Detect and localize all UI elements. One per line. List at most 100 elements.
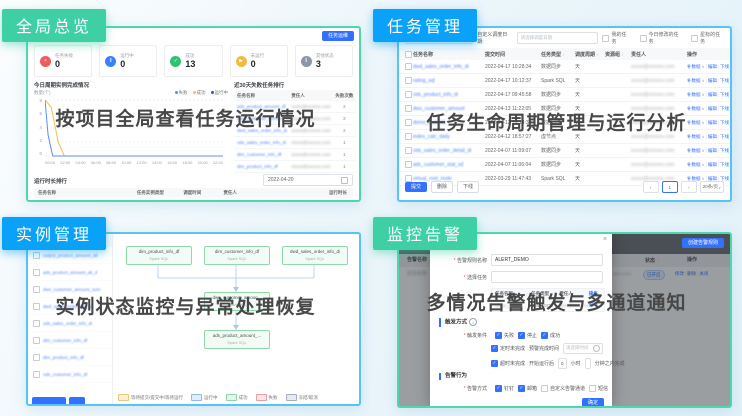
task-name-link[interactable]: dwd_sales_order_info_di (413, 64, 485, 70)
row-actions[interactable]: 补数据 ∨|编辑|下线 (687, 64, 730, 70)
ops-center-button[interactable]: 任务运维 (322, 31, 354, 41)
table-row[interactable]: ods_product_info_di 2022-04-17 09:45:58 … (399, 88, 730, 102)
page-size-select[interactable]: 20条/页 ∨ (700, 181, 724, 193)
date-picker[interactable]: 2022-04-20 (263, 174, 353, 186)
list-action-button[interactable] (32, 397, 66, 406)
prev-page-button[interactable]: ‹ (643, 181, 659, 193)
column-header[interactable]: 任务类型↕ (541, 51, 575, 58)
row-actions[interactable]: 补数据 ∨|编辑|下线 (687, 92, 730, 98)
table-row[interactable]: dwd_sales_order_info_di 2022-04-17 10:28… (399, 60, 730, 74)
instance-name-link[interactable]: ods_sales_order_info_di (43, 321, 92, 326)
sort-icon[interactable]: ↕ (621, 52, 623, 57)
column-header[interactable]: 调度周期↕ (575, 51, 605, 58)
task-name-link[interactable]: rating_sql (413, 78, 485, 84)
row-actions[interactable]: 补数据 ∨|编辑|下线 (687, 78, 730, 84)
sort-icon[interactable]: ↕ (562, 52, 564, 57)
task-name-link[interactable]: dim_product_info_df (234, 164, 291, 169)
trigger-checkbox[interactable]: 成功 (541, 332, 560, 339)
row-checkbox[interactable] (33, 371, 40, 378)
sort-icon[interactable]: ↕ (596, 52, 598, 57)
instance-name-link[interactable]: ods_customer_info_df (43, 372, 87, 377)
instance-name-link[interactable]: dim_customer_info_df (43, 338, 87, 343)
create-alert-rule-button[interactable]: 创建告警规则 (682, 238, 724, 248)
confirm-button[interactable]: 确定 (582, 398, 604, 408)
row-checkbox[interactable] (405, 63, 412, 70)
trigger-checkbox[interactable]: 失败 (495, 332, 514, 339)
alert-method-checkbox[interactable]: 钉钉 (495, 385, 514, 392)
date-filter-input[interactable]: 请选择调度日期 (517, 32, 599, 44)
legend-item[interactable]: 运行中 (211, 90, 229, 96)
row-checkbox[interactable] (33, 320, 40, 327)
column-header[interactable]: 操作 (687, 51, 730, 58)
dag-node[interactable]: dim_product_info_df Spark SQL (126, 246, 192, 265)
legend-item[interactable]: 失败 (175, 90, 188, 96)
instance-name-link[interactable]: ads_product_amount_ali_d (43, 270, 97, 275)
legend-item[interactable]: 成功 (193, 90, 206, 96)
row-checkbox[interactable] (33, 269, 40, 276)
next-page-button[interactable]: › (681, 181, 697, 193)
column-header[interactable]: 提交时间 (485, 51, 541, 58)
table-row[interactable]: ads_customer_stat_sd 2022-04-07 11:06:04… (399, 158, 730, 172)
timeout-minutes-input[interactable] (585, 358, 591, 369)
stat-card[interactable]: × 任务失败 0 (34, 45, 92, 77)
select-all-checkbox[interactable] (405, 51, 412, 58)
offline-button[interactable]: 下线 (457, 181, 479, 193)
row-checkbox[interactable] (405, 147, 412, 154)
row-actions[interactable]: 补数据 ∨|编辑|下线 (687, 162, 730, 168)
status-legend: 等待提交/提交中/等待运行 运行中 成功 失败 (118, 394, 355, 401)
timeout-incomplete-checkbox[interactable]: 超时未完成 (491, 360, 525, 367)
dag-node[interactable]: dwd_sales_order_info_di Spark SQL (282, 246, 348, 265)
list-item[interactable]: ads_product_amount_ali_d (28, 264, 112, 281)
task-name-link[interactable]: ods_sales_order_info_di (234, 140, 291, 145)
trigger-checkbox[interactable]: 停止 (518, 332, 537, 339)
stat-card[interactable]: ✓ 成功 13 (164, 45, 222, 77)
column-header[interactable]: 任务名称 (413, 51, 485, 58)
section-action: 告警行为 (439, 373, 603, 380)
column-header[interactable]: 资源组↕ (605, 51, 631, 58)
instance-name-link[interactable]: output_product_amount_ali (43, 253, 98, 258)
submit-button[interactable]: 提交 (405, 182, 427, 192)
row-checkbox[interactable] (405, 91, 412, 98)
row-checkbox[interactable] (33, 252, 40, 259)
panel-alerts: 监控告警 多情况告警触发与多通道通知 告警名称 状态 ↕ 操作 任务失败 ack… (371, 208, 742, 416)
filter-checkbox[interactable]: 星标的任务 (691, 31, 724, 45)
warning-time-input[interactable]: 请选择时间 (563, 343, 603, 354)
task-name-link[interactable]: dim_customer_info_df (234, 152, 291, 157)
timed-incomplete-checkbox[interactable]: 定时未完成 (491, 345, 525, 352)
instance-name-link[interactable]: dws_customer_amount_sum (43, 287, 101, 292)
rank-section-title: 近30天失败任务排行 (234, 81, 284, 89)
task-name-link[interactable]: ods_product_info_di (413, 92, 485, 98)
stat-card[interactable]: ▶ 未运行 0 (230, 45, 288, 77)
timeout-hours-input[interactable]: 0 (558, 358, 567, 369)
list-item[interactable]: dim_customer_info_df (28, 332, 112, 349)
row-checkbox[interactable] (33, 354, 40, 361)
select-task-input[interactable] (491, 271, 603, 283)
row-checkbox[interactable] (405, 161, 412, 168)
task-name-link[interactable]: ads_customer_stat_sd (413, 162, 485, 168)
row-actions[interactable]: 补数据 ∨|编辑|下线 (687, 148, 730, 154)
column-header[interactable]: 责任人 (631, 51, 687, 58)
list-item[interactable]: dim_product_info_df (28, 349, 112, 366)
list-item[interactable]: ods_customer_info_df (28, 366, 112, 383)
current-page[interactable]: 1 (662, 181, 678, 193)
dag-node[interactable]: ads_product_amount_... Spark SQL (204, 330, 270, 349)
delete-button[interactable]: 删除 (431, 181, 453, 193)
dag-node[interactable]: dim_customer_info_df Spark SQL (204, 246, 270, 265)
stat-card[interactable]: ‖ 运行中 0 (99, 45, 157, 77)
row-checkbox[interactable] (33, 337, 40, 344)
rule-name-input[interactable]: ALERT_DEMO (491, 254, 603, 266)
filter-checkbox[interactable]: 我的任务 (602, 31, 630, 45)
alert-method-checkbox[interactable]: 自定义告警通道 (541, 385, 585, 392)
row-checkbox[interactable] (405, 77, 412, 84)
status-stat-row: × 任务失败 0 ‖ 运行中 0 (34, 45, 353, 77)
table-row[interactable]: rating_sql 2022-04-17 10:12:37 Spark SQL… (399, 74, 730, 88)
instance-name-link[interactable]: dim_product_info_df (43, 355, 84, 360)
stat-card[interactable]: ‖ 其他状态 3 (295, 45, 353, 77)
alert-method-checkbox[interactable]: 短信 (589, 385, 608, 392)
fail-count: 1 (334, 164, 355, 169)
list-action-button[interactable] (69, 397, 85, 406)
filter-checkbox[interactable]: 今日修改的任务 (640, 31, 683, 45)
task-name-link[interactable]: ods_sales_order_detail_di (413, 148, 485, 154)
table-row[interactable]: ods_sales_order_detail_di 2022-04-07 11:… (399, 144, 730, 158)
alert-method-checkbox[interactable]: 邮箱 (518, 385, 537, 392)
